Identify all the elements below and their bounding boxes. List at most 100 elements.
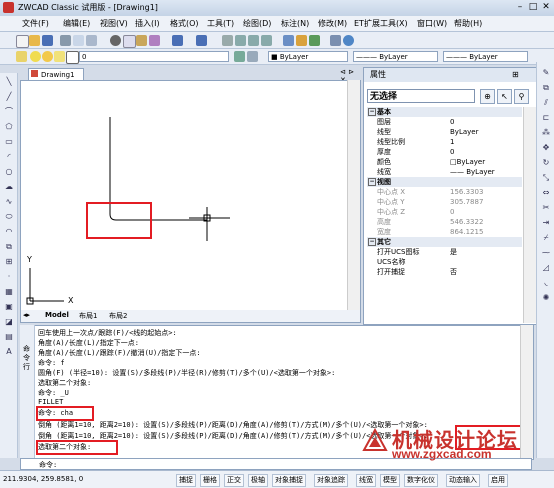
enable-toggle[interactable]: 启用	[488, 474, 508, 487]
layer-manager-icon[interactable]	[16, 51, 27, 62]
properties-scrollbar[interactable]	[523, 107, 536, 323]
extend-icon[interactable]: ⇥	[541, 218, 551, 228]
ortho-toggle[interactable]: 正交	[224, 474, 244, 487]
rectangle-icon[interactable]: ▭	[4, 137, 14, 147]
section-view[interactable]: − 视图	[367, 177, 522, 187]
lineweight-toggle[interactable]: 线宽	[356, 474, 376, 487]
calculator-icon[interactable]	[330, 35, 341, 46]
rotate-icon[interactable]: ↻	[541, 158, 551, 168]
pan-icon[interactable]	[222, 35, 233, 46]
model-toggle[interactable]: 模型	[380, 474, 400, 487]
snap-toggle[interactable]: 捕捉	[176, 474, 196, 487]
toggle-pickadd-icon[interactable]: ⊕	[480, 89, 495, 104]
paste-icon[interactable]	[136, 35, 147, 46]
offset-icon[interactable]: ⊏	[541, 113, 551, 123]
property-row[interactable]: 线型 ByLayer	[367, 127, 522, 137]
zoom-realtime-icon[interactable]	[235, 35, 246, 46]
selection-dropdown[interactable]: 无选择	[367, 89, 475, 103]
copy-object-icon[interactable]: ⧉	[541, 83, 551, 93]
make-block-icon[interactable]: ⊞	[4, 257, 14, 267]
polar-toggle[interactable]: 极轴	[248, 474, 268, 487]
canvas-vertical-scrollbar[interactable]	[347, 80, 360, 310]
property-row[interactable]: 打开捕捉否	[367, 267, 522, 277]
layer-lock-icon[interactable]	[54, 51, 65, 62]
layer-on-icon[interactable]	[30, 51, 41, 62]
menu-window[interactable]: 窗口(W)	[417, 18, 447, 29]
chamfer-icon[interactable]: ◿	[541, 263, 551, 273]
properties-icon[interactable]	[283, 35, 294, 46]
insert-block-icon[interactable]: ⧉	[4, 242, 14, 252]
scale-icon[interactable]: ⤡	[541, 173, 551, 183]
make-current-layer-icon[interactable]	[234, 51, 245, 62]
property-row[interactable]: 线型比例 1	[367, 137, 522, 147]
menu-view[interactable]: 视图(V)	[100, 18, 128, 29]
grid-toggle[interactable]: 栅格	[200, 474, 220, 487]
join-icon[interactable]: ⁓	[541, 248, 551, 258]
palette-pin-icon[interactable]: ⊞	[512, 70, 519, 79]
zoom-window-icon[interactable]	[248, 35, 259, 46]
tab-layout2[interactable]: 布局2	[109, 311, 127, 321]
property-row[interactable]: 厚度 0	[367, 147, 522, 157]
menu-tools[interactable]: 工具(T)	[207, 18, 234, 29]
save-icon[interactable]	[42, 35, 53, 46]
publish-icon[interactable]	[86, 35, 97, 46]
menu-edit[interactable]: 编辑(E)	[63, 18, 90, 29]
print-icon[interactable]	[60, 35, 71, 46]
ray-icon[interactable]: ╱	[4, 92, 14, 102]
minimize-button[interactable]: –	[514, 2, 526, 13]
region-icon[interactable]: ◪	[4, 317, 14, 327]
gradient-icon[interactable]: ▣	[4, 302, 14, 312]
tool-palettes-icon[interactable]	[309, 35, 320, 46]
break-icon[interactable]: ⌿	[541, 233, 551, 243]
open-icon[interactable]	[29, 35, 40, 46]
tab-model[interactable]: Model	[45, 311, 69, 319]
ellipse-arc-icon[interactable]: ◠	[4, 227, 14, 237]
menu-help[interactable]: 帮助(H)	[454, 18, 482, 29]
match-properties-icon[interactable]	[149, 35, 160, 46]
property-row[interactable]: 颜色 □ByLayer	[367, 157, 522, 167]
line-icon[interactable]: ╲	[4, 77, 14, 87]
mtext-icon[interactable]: A	[4, 347, 14, 357]
maximize-button[interactable]: □	[527, 2, 539, 13]
layout-nav-icon[interactable]: ◂▸	[23, 311, 30, 319]
polygon-icon[interactable]: ⬠	[4, 122, 14, 132]
explode-icon[interactable]: ✺	[541, 293, 551, 303]
preview-icon[interactable]	[73, 35, 84, 46]
table-icon[interactable]: ▤	[4, 332, 14, 342]
menu-draw[interactable]: 绘图(D)	[243, 18, 271, 29]
revcloud-icon[interactable]: ☁	[4, 182, 14, 192]
copy-icon[interactable]	[123, 35, 136, 48]
mirror-icon[interactable]: ⫽	[541, 98, 551, 108]
menu-format[interactable]: 格式(O)	[170, 18, 199, 29]
erase-icon[interactable]: ✎	[541, 68, 551, 78]
osnap-toggle[interactable]: 对象捕捉	[272, 474, 306, 487]
design-center-icon[interactable]	[296, 35, 307, 46]
zoom-previous-icon[interactable]	[261, 35, 272, 46]
undo-icon[interactable]	[172, 35, 183, 46]
menu-dimension[interactable]: 标注(N)	[281, 18, 309, 29]
lineweight-dropdown[interactable]: ——— ByLayer	[443, 51, 528, 62]
cut-icon[interactable]	[110, 35, 121, 46]
tab-layout1[interactable]: 布局1	[79, 311, 97, 321]
menu-file[interactable]: 文件(F)	[22, 18, 49, 29]
quick-select-icon[interactable]: ⚲	[514, 89, 529, 104]
move-icon[interactable]: ✥	[541, 143, 551, 153]
new-icon[interactable]	[16, 35, 29, 48]
property-row[interactable]: 图层 0	[367, 117, 522, 127]
trim-icon[interactable]: ✂	[541, 203, 551, 213]
stretch-icon[interactable]: ⇔	[541, 188, 551, 198]
drawing-canvas[interactable]: Y X	[20, 80, 361, 312]
arc-icon[interactable]: ◜	[4, 152, 14, 162]
otrack-toggle[interactable]: 对象追踪	[314, 474, 348, 487]
polyline-icon[interactable]: ⌒	[4, 107, 14, 117]
layer-color-icon[interactable]	[66, 51, 79, 64]
command-scrollbar[interactable]	[520, 325, 533, 458]
dynamic-input-toggle[interactable]: 动态输入	[446, 474, 480, 487]
tablet-toggle[interactable]: 数字化仪	[404, 474, 438, 487]
ellipse-icon[interactable]: ⬭	[4, 212, 14, 222]
layer-freeze-icon[interactable]	[42, 51, 53, 62]
section-misc[interactable]: − 其它	[367, 237, 522, 247]
close-button[interactable]: ✕	[540, 2, 552, 13]
property-row[interactable]: UCS名称	[367, 257, 522, 267]
section-general[interactable]: − 基本	[367, 107, 522, 117]
